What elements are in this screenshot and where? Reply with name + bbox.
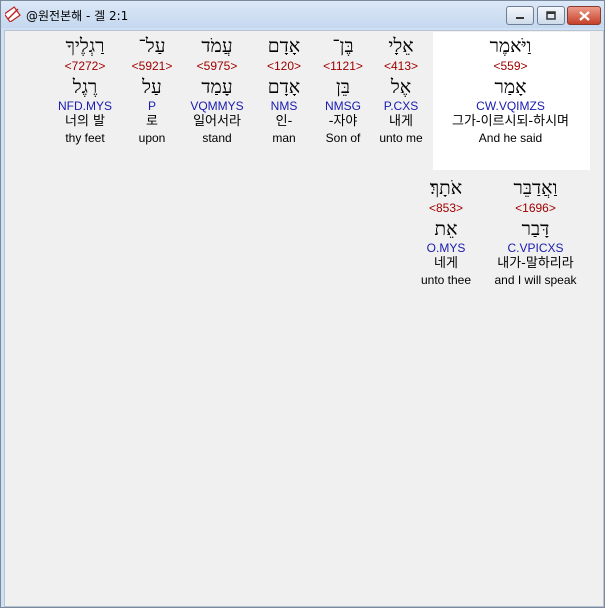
minimize-button[interactable] bbox=[506, 6, 534, 25]
strongs-number[interactable]: <120> bbox=[258, 59, 310, 73]
korean-gloss: 내게 bbox=[389, 114, 413, 129]
strongs-number[interactable]: <5921> bbox=[125, 59, 179, 73]
maximize-icon bbox=[546, 11, 556, 20]
strongs-number[interactable]: <5975> bbox=[183, 59, 251, 73]
word-block[interactable]: בֶּן־ <1121> בֵּן NMSG -자야 Son of bbox=[315, 34, 371, 146]
hebrew-word: עַל־ bbox=[138, 35, 166, 57]
hebrew-root: עָמַד bbox=[201, 76, 233, 98]
english-gloss: stand bbox=[202, 131, 232, 145]
hebrew-root: עַל bbox=[142, 76, 162, 98]
parsing-code: NFD.MYS bbox=[58, 99, 112, 113]
parsing-code: P.CXS bbox=[383, 99, 419, 113]
english-gloss: Son of bbox=[325, 131, 361, 145]
english-gloss: man bbox=[272, 131, 296, 145]
strongs-number[interactable]: <853> bbox=[413, 201, 479, 215]
korean-gloss: 인- bbox=[275, 114, 293, 129]
parsing-code: CW.VQIMZS bbox=[476, 99, 545, 113]
main-window: @원전본해 - 겔 2:1 וַיֹּאמֶר <559> אָמַר CW.V… bbox=[0, 0, 605, 608]
hebrew-root: אָדָם bbox=[267, 76, 301, 98]
korean-gloss: 내가-말하리라 bbox=[497, 256, 574, 271]
parsing-code: NMSG bbox=[325, 99, 361, 113]
korean-gloss: 로 bbox=[146, 114, 158, 129]
hebrew-word: אָדָם bbox=[267, 35, 301, 57]
hebrew-root: אָמַר bbox=[494, 76, 527, 98]
korean-gloss: 그가-이르시되-하시며 bbox=[451, 114, 570, 129]
window-title: @원전본해 - 겔 2:1 bbox=[26, 9, 129, 23]
close-icon bbox=[578, 10, 590, 21]
word-block[interactable]: עֲמֹד <5975> עָמַד VQMMYS 일어서라 stand bbox=[183, 34, 251, 146]
parsing-code: VQMMYS bbox=[190, 99, 244, 113]
word-block[interactable]: אָדָם <120> אָדָם NMS 인- man bbox=[258, 34, 310, 146]
strongs-number[interactable]: <1121> bbox=[315, 59, 371, 73]
word-block[interactable]: אֵלָי <413> אֶל P.CXS 내게 unto me bbox=[371, 34, 431, 146]
hebrew-word: וַיֹּאמֶר bbox=[489, 35, 532, 57]
title-bar[interactable]: @원전본해 - 겔 2:1 bbox=[1, 1, 604, 28]
english-gloss: unto me bbox=[379, 131, 423, 145]
word-block[interactable]: רַגְלֶיךָ <7272> רֶגֶל NFD.MYS 너의 발 thy … bbox=[51, 34, 119, 146]
hebrew-root: דָּבַר bbox=[521, 218, 550, 240]
hebrew-word: אֹתָךְ׃ bbox=[429, 177, 463, 199]
korean-gloss: -자야 bbox=[328, 114, 358, 129]
word-block[interactable]: אֹתָךְ׃ <853> אֵת O.MYS 네게 unto thee bbox=[413, 176, 479, 288]
parsing-code: C.VPICXS bbox=[507, 241, 564, 255]
english-gloss: upon bbox=[138, 131, 166, 145]
korean-gloss: 너의 발 bbox=[64, 114, 105, 129]
minimize-icon bbox=[516, 16, 524, 19]
maximize-button[interactable] bbox=[537, 6, 565, 25]
hebrew-word: רַגְלֶיךָ bbox=[65, 35, 105, 57]
hebrew-root: בֵּן bbox=[336, 76, 350, 98]
word-block[interactable]: עַל־ <5921> עַל P 로 upon bbox=[125, 34, 179, 146]
strongs-number[interactable]: <559> bbox=[435, 59, 586, 73]
hebrew-word: אֵלָי bbox=[388, 35, 414, 57]
english-gloss: thy feet bbox=[65, 131, 105, 145]
korean-gloss: 일어서라 bbox=[193, 114, 241, 129]
word-block[interactable]: וַאֲדַבֵּר <1696> דָּבַר C.VPICXS 내가-말하리… bbox=[483, 176, 588, 288]
word-block[interactable]: וַיֹּאמֶר <559> אָמַר CW.VQIMZS 그가-이르시되-… bbox=[435, 34, 586, 146]
parsing-code: NMS bbox=[270, 99, 298, 113]
parsing-code: O.MYS bbox=[426, 241, 466, 255]
hebrew-word: וַאֲדַבֵּר bbox=[513, 177, 558, 199]
close-button[interactable] bbox=[567, 6, 601, 25]
english-gloss: unto thee bbox=[420, 273, 472, 287]
hebrew-root: רֶגֶל bbox=[72, 76, 98, 98]
app-icon bbox=[5, 6, 21, 22]
strongs-number[interactable]: <7272> bbox=[51, 59, 119, 73]
hebrew-root: אֶל bbox=[390, 76, 412, 98]
parsing-code: P bbox=[147, 99, 156, 113]
english-gloss: and I will speak bbox=[494, 273, 577, 287]
hebrew-word: בֶּן־ bbox=[332, 35, 354, 57]
english-gloss: And he said bbox=[478, 131, 543, 145]
strongs-number[interactable]: <413> bbox=[371, 59, 431, 73]
hebrew-word: עֲמֹד bbox=[201, 35, 233, 57]
korean-gloss: 네게 bbox=[434, 256, 458, 271]
hebrew-root: אֵת bbox=[434, 218, 458, 240]
strongs-number[interactable]: <1696> bbox=[483, 201, 588, 215]
